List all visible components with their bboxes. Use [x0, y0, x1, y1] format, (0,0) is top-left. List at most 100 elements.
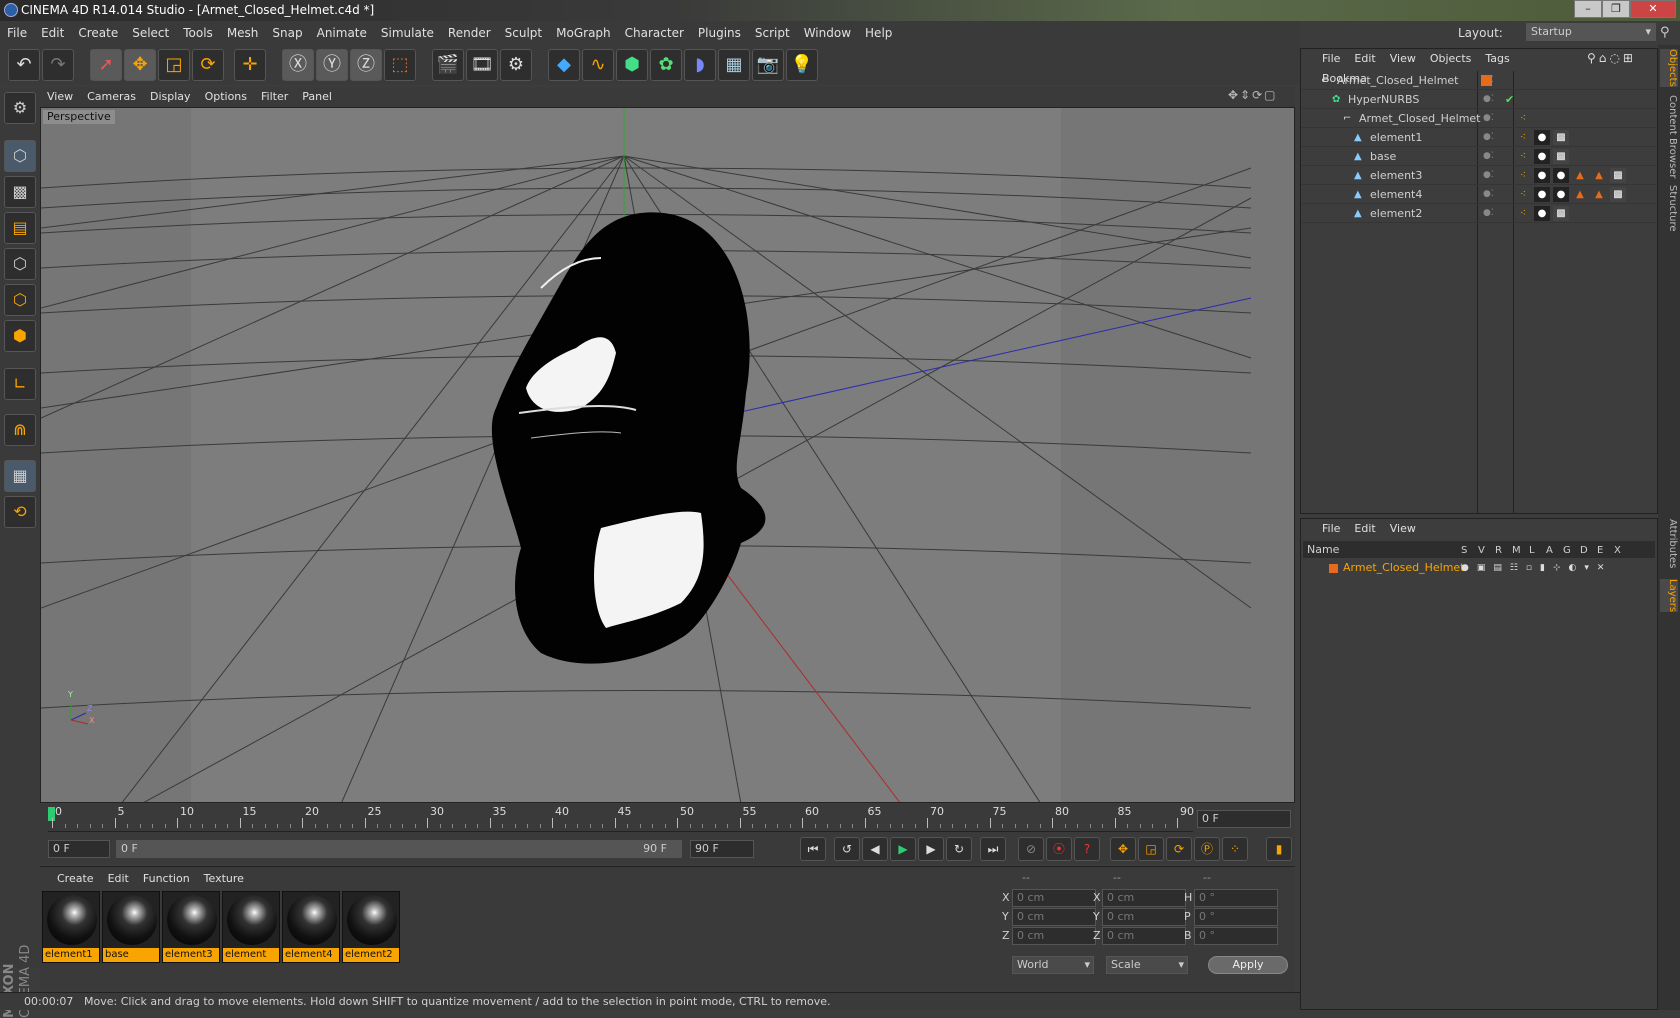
coord-value-field[interactable]: 0 cm [1102, 927, 1186, 945]
enabled-check-icon[interactable]: ✔ [1505, 90, 1514, 109]
material-tag-icon[interactable]: ● [1534, 168, 1550, 183]
pla-key-icon[interactable]: ⁘ [1222, 837, 1248, 861]
uvw-tag-icon[interactable]: ▩ [1553, 130, 1569, 145]
coord-value-field[interactable]: 0 ° [1194, 908, 1278, 926]
menu-help[interactable]: Help [858, 21, 899, 45]
layer-col-d[interactable]: D [1580, 545, 1597, 556]
visibility-dots-icon[interactable]: ●⁚ [1483, 90, 1494, 109]
object-row[interactable]: ✿HyperNURBS●⁚✔ [1301, 90, 1657, 109]
visibility-dots-icon[interactable]: ●⁚ [1483, 166, 1494, 185]
object-row[interactable]: ▲element2●⁚⁖●▩ [1301, 204, 1657, 223]
undo-button[interactable]: ↶ [8, 49, 40, 81]
coordinate-system-button[interactable]: ⬚ [384, 49, 416, 81]
object-row[interactable]: ▲element3●⁚⁖●●▲▲▩ [1301, 166, 1657, 185]
layer-flag-icons[interactable]: ●▣▤☷▫▮⊹◐▾✕ [1461, 559, 1612, 577]
prev-frame-icon[interactable]: ◀ [862, 837, 888, 861]
visibility-dots-icon[interactable]: ●⁚ [1483, 204, 1494, 223]
y-axis-lock-button[interactable]: Ⓨ [316, 49, 348, 81]
coord-value-field[interactable]: 0 cm [1102, 908, 1186, 926]
tab-content-browser[interactable]: Content Browser [1660, 95, 1678, 178]
selection-tag-icon[interactable]: ▲ [1572, 168, 1588, 183]
layer-col-v[interactable]: V [1478, 545, 1495, 556]
menu-render[interactable]: Render [441, 21, 498, 45]
material-tag-icon[interactable]: ● [1534, 187, 1550, 202]
viewport-menu-cameras[interactable]: Cameras [80, 87, 143, 107]
material-tag-icon[interactable]: ● [1534, 206, 1550, 221]
layer-col-e[interactable]: E [1597, 545, 1614, 556]
layout-select[interactable]: Startup ▾ [1526, 23, 1656, 41]
layer-col-x[interactable]: X [1614, 545, 1631, 556]
selection-tag-icon[interactable]: ▲ [1572, 187, 1588, 202]
uvw-tag-icon[interactable]: ▩ [1553, 149, 1569, 164]
selection-tag-icon[interactable]: ▲ [1591, 168, 1607, 183]
uvw-tag-icon[interactable]: ▩ [1553, 206, 1569, 221]
uvw-tag-icon[interactable]: ▩ [1610, 168, 1626, 183]
go-to-start-icon[interactable]: ⏮ [800, 837, 826, 861]
layer-menu-view[interactable]: View [1383, 519, 1423, 539]
coord-value-field[interactable]: 0 cm [1102, 889, 1186, 907]
coord-value-field[interactable]: 0 cm [1012, 927, 1096, 945]
object-row[interactable]: ▲element1●⁚⁖●▩ [1301, 128, 1657, 147]
object-menu-tags[interactable]: Tags [1478, 49, 1516, 69]
material-swatch[interactable]: element1 [42, 891, 100, 963]
perspective-viewport[interactable]: Perspective Y Z X [40, 107, 1295, 803]
material-swatch[interactable]: element [222, 891, 280, 963]
make-editable-icon[interactable]: ⚙ [4, 92, 36, 124]
tab-layers[interactable]: Layers [1660, 579, 1678, 612]
next-frame-icon[interactable]: ▶ [918, 837, 944, 861]
apply-button[interactable]: Apply [1208, 956, 1288, 974]
axis-mode-icon[interactable]: ∟ [4, 368, 36, 400]
menu-simulate[interactable]: Simulate [374, 21, 441, 45]
coord-value-field[interactable]: 0 ° [1194, 927, 1278, 945]
viewport-menu-options[interactable]: Options [198, 87, 254, 107]
visibility-dots-icon[interactable]: ●⁚ [1483, 185, 1494, 204]
live-select-button[interactable]: ➚ [90, 49, 122, 81]
coord-value-field[interactable]: 0 ° [1194, 889, 1278, 907]
layer-col-r[interactable]: R [1495, 545, 1512, 556]
material-swatch[interactable]: element2 [342, 891, 400, 963]
viewport-menu-view[interactable]: View [40, 87, 80, 107]
nurbs-icon[interactable]: ⬢ [616, 49, 648, 81]
object-menu-view[interactable]: View [1383, 49, 1423, 69]
layer-col-s[interactable]: S [1461, 545, 1478, 556]
go-to-end-icon[interactable]: ⏭ [980, 837, 1006, 861]
parameter-key-icon[interactable]: Ⓟ [1194, 837, 1220, 861]
coord-value-field[interactable]: 0 cm [1012, 889, 1096, 907]
material-tag-icon[interactable]: ● [1553, 187, 1569, 202]
spline-icon[interactable]: ∿ [582, 49, 614, 81]
array-icon[interactable]: ✿ [650, 49, 682, 81]
menu-select[interactable]: Select [125, 21, 176, 45]
menu-window[interactable]: Window [797, 21, 858, 45]
maximize-button[interactable]: ❐ [1602, 0, 1630, 18]
light-icon[interactable]: 💡 [786, 49, 818, 81]
prev-key-icon[interactable]: ↺ [834, 837, 860, 861]
viewport-menu-panel[interactable]: Panel [295, 87, 339, 107]
object-row[interactable]: ⌐Armet_Closed_Helmet●⁚⁖ [1301, 109, 1657, 128]
material-tag-icon[interactable]: ● [1534, 149, 1550, 164]
viewport-menu-filter[interactable]: Filter [254, 87, 295, 107]
visibility-dots-icon[interactable]: ●⁚ [1483, 147, 1494, 166]
position-key-icon[interactable]: ✥ [1110, 837, 1136, 861]
end-frame-field[interactable]: 90 F [690, 840, 754, 858]
coord-system-select[interactable]: World▾ [1012, 956, 1094, 974]
menu-mograph[interactable]: MoGraph [549, 21, 618, 45]
phong-tag-icon[interactable]: ⁖ [1515, 130, 1531, 145]
phong-tag-icon[interactable]: ⁖ [1515, 111, 1531, 126]
timeline-ruler[interactable]: 051015202530354045505560657075808590 0 F [40, 804, 1295, 834]
object-menu-file[interactable]: File [1315, 49, 1347, 69]
deformer-icon[interactable]: ◗ [684, 49, 716, 81]
size-mode-select[interactable]: Scale▾ [1106, 956, 1188, 974]
rotate-button[interactable]: ⟳ [192, 49, 224, 81]
rotation-key-icon[interactable]: ⟳ [1166, 837, 1192, 861]
start-frame-field[interactable]: 0 F [48, 840, 110, 858]
points-mode-icon[interactable]: ⬡ [4, 248, 36, 280]
object-menu-edit[interactable]: Edit [1347, 49, 1382, 69]
current-frame-field[interactable]: 0 F [1197, 810, 1291, 828]
range-slider[interactable]: 0 F 90 F [116, 840, 682, 858]
phong-tag-icon[interactable]: ⁖ [1515, 187, 1531, 202]
planar-workplane-icon[interactable]: ⟲ [4, 496, 36, 528]
menu-animate[interactable]: Animate [310, 21, 374, 45]
model-mode-icon[interactable]: ⬡ [4, 140, 36, 172]
x-axis-lock-button[interactable]: Ⓧ [282, 49, 314, 81]
layer-row[interactable]: Armet_Closed_Helmet ●▣▤☷▫▮⊹◐▾✕ [1303, 559, 1655, 577]
